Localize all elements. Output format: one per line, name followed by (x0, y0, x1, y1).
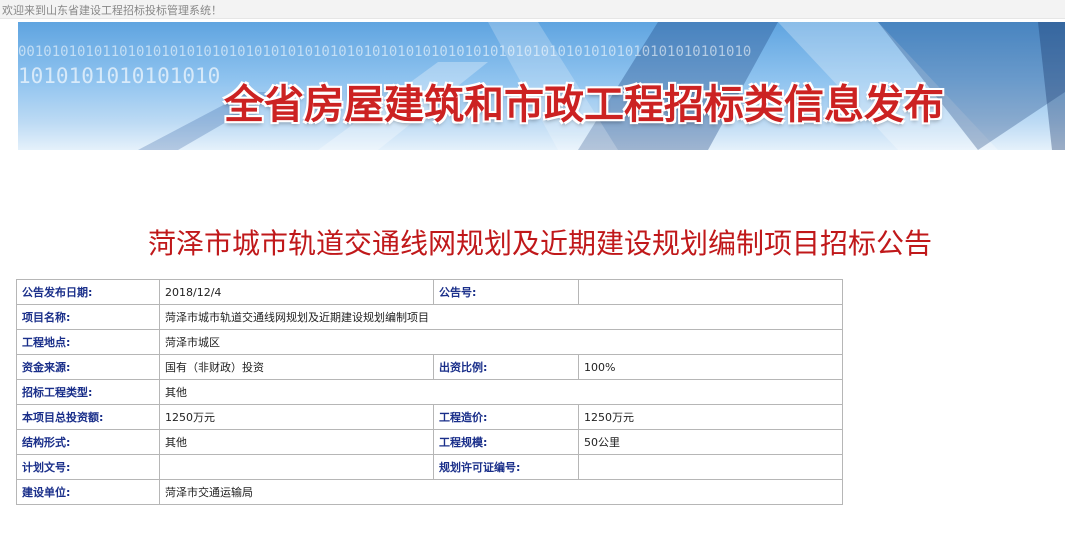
location-value: 菏泽市城区 (159, 329, 843, 355)
builder-label: 建设单位: (16, 479, 160, 505)
notice-no-value (578, 279, 843, 305)
table-row: 项目名称: 菏泽市城市轨道交通线网规划及近期建设规划编制项目 (16, 304, 843, 330)
plan-doc-label: 计划文号: (16, 454, 160, 480)
table-row: 工程地点: 菏泽市城区 (16, 329, 843, 355)
table-row: 计划文号: 规划许可证编号: (16, 454, 843, 480)
total-investment-value: 1250万元 (159, 404, 434, 430)
scale-label: 工程规模: (433, 429, 579, 455)
cost-label: 工程造价: (433, 404, 579, 430)
structure-label: 结构形式: (16, 429, 160, 455)
location-label: 工程地点: (16, 329, 160, 355)
fund-source-value: 国有（非财政）投资 (159, 354, 434, 380)
table-row: 资金来源: 国有（非财政）投资 出资比例: 100% (16, 354, 843, 380)
binary-pattern-bottom: 1010101010101010 (18, 64, 221, 88)
table-row: 招标工程类型: 其他 (16, 379, 843, 405)
project-name-label: 项目名称: (16, 304, 160, 330)
builder-value: 菏泽市交通运输局 (159, 479, 843, 505)
plan-doc-value (159, 454, 434, 480)
fund-ratio-label: 出资比例: (433, 354, 579, 380)
welcome-bar: 欢迎来到山东省建设工程招标投标管理系统！ (0, 0, 1065, 19)
tender-type-value: 其他 (159, 379, 843, 405)
tender-info-table: 公告发布日期: 2018/12/4 公告号: 项目名称: 菏泽市城市轨道交通线网… (16, 279, 843, 505)
structure-value: 其他 (159, 429, 434, 455)
table-row: 建设单位: 菏泽市交通运输局 (16, 479, 843, 505)
table-row: 本项目总投资额: 1250万元 工程造价: 1250万元 (16, 404, 843, 430)
publish-date-label: 公告发布日期: (16, 279, 160, 305)
table-row: 公告发布日期: 2018/12/4 公告号: (16, 279, 843, 305)
header-banner: 0010101010110101010101010101010101010101… (18, 22, 1065, 150)
fund-source-label: 资金来源: (16, 354, 160, 380)
welcome-text: 欢迎来到山东省建设工程招标投标管理系统！ (2, 4, 222, 17)
table-row: 结构形式: 其他 工程规模: 50公里 (16, 429, 843, 455)
notice-no-label: 公告号: (433, 279, 579, 305)
total-investment-label: 本项目总投资额: (16, 404, 160, 430)
scale-value: 50公里 (578, 429, 843, 455)
banner-title: 全省房屋建筑和市政工程招标类信息发布 (224, 81, 944, 128)
publish-date-value: 2018/12/4 (159, 279, 434, 305)
permit-no-value (578, 454, 843, 480)
project-name-value: 菏泽市城市轨道交通线网规划及近期建设规划编制项目 (159, 304, 843, 330)
binary-pattern-top: 0010101010110101010101010101010101010101… (18, 44, 752, 60)
fund-ratio-value: 100% (578, 354, 843, 380)
announcement-title: 菏泽市城市轨道交通线网规划及近期建设规划编制项目招标公告 (147, 227, 932, 260)
tender-type-label: 招标工程类型: (16, 379, 160, 405)
cost-value: 1250万元 (578, 404, 843, 430)
permit-no-label: 规划许可证编号: (433, 454, 579, 480)
